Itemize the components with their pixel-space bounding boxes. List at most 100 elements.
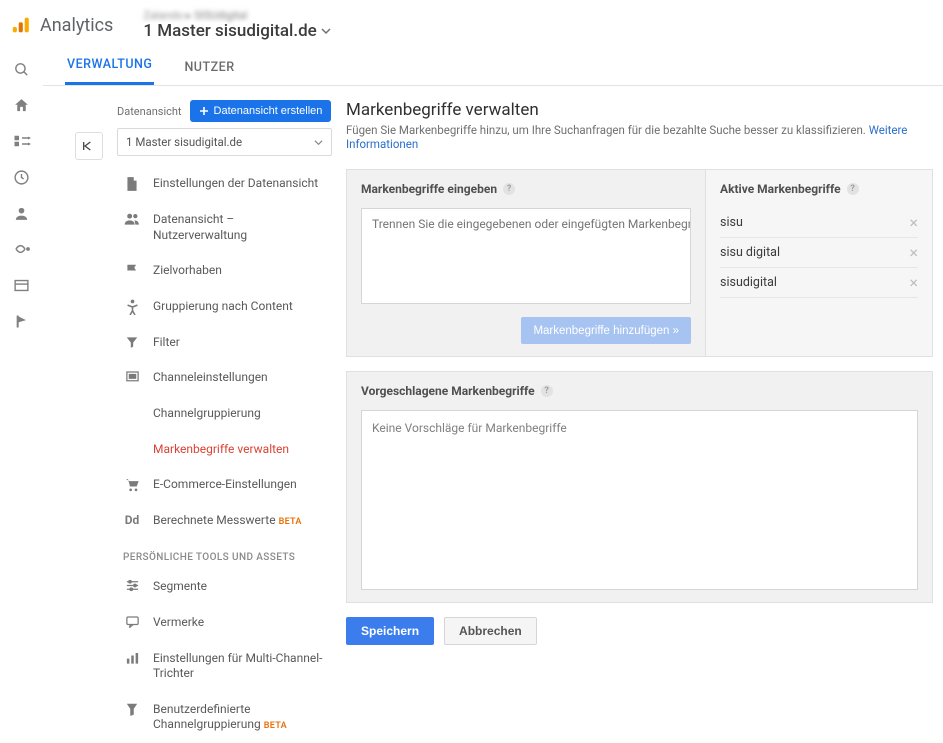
submenu-brand-terms[interactable]: Markenbegriffe verwalten (117, 432, 332, 468)
suggestions-box: Keine Vorschläge für Markenbegriffe (361, 410, 918, 590)
menu-label: Channeleinstellungen (153, 370, 268, 386)
input-panel: Markenbegriffe eingeben ? Markenbegriffe… (347, 170, 706, 356)
view-column-label: Datenansicht (117, 105, 182, 118)
menu-section-header: PERSÖNLICHE TOOLS UND ASSETS (117, 538, 332, 569)
term-row: sisu × (720, 208, 918, 238)
menu-user-management[interactable]: Datenansicht – Nutzerverwaltung (117, 202, 332, 253)
term-text: sisudigital (720, 275, 777, 290)
cancel-button[interactable]: Abbrechen (444, 617, 537, 645)
menu-label: Markenbegriffe verwalten (153, 442, 289, 458)
add-terms-button[interactable]: Markenbegriffe hinzufügen » (521, 317, 691, 344)
remove-term-icon[interactable]: × (909, 243, 918, 262)
term-row: sisudigital × (720, 268, 918, 298)
bars-icon (123, 651, 141, 665)
menu-label: Segmente (153, 579, 207, 595)
view-selector[interactable]: 1 Master sisudigital.de (117, 128, 332, 156)
active-terms-list: sisu × sisu digital × sisudigital × (720, 208, 918, 298)
breadcrumb-property: SISUdigital (194, 9, 247, 22)
menu-label: Einstellungen der Datenansicht (153, 176, 318, 192)
create-view-button[interactable]: Datenansicht erstellen (190, 100, 332, 122)
page-description: Fügen Sie Markenbegriffe hinzu, um Ihre … (346, 123, 866, 137)
app-header: Analytics Zalando ▸ SISUdigital 1 Master… (0, 0, 943, 48)
menu-ecommerce[interactable]: E-Commerce-Einstellungen (117, 467, 332, 503)
menu-label: Channelgruppierung (153, 406, 261, 422)
speech-icon (123, 615, 141, 629)
menu-label: Zielvorhaben (153, 263, 222, 279)
remove-term-icon[interactable]: × (909, 213, 918, 232)
view-name: 1 Master sisudigital.de (143, 22, 316, 41)
help-icon[interactable]: ? (503, 183, 515, 195)
caret-down-icon (321, 26, 331, 36)
active-terms-title: Aktive Markenbegriffe (720, 182, 841, 196)
search-icon[interactable] (13, 60, 31, 78)
menu-label: Filter (153, 335, 180, 351)
input-panel-title: Markenbegriffe eingeben (361, 182, 497, 196)
view-selector-value: 1 Master sisudigital.de (126, 135, 242, 149)
people-icon (123, 212, 141, 226)
submenu-channel-grouping[interactable]: Channelgruppierung (117, 396, 332, 432)
menu-calculated-metrics[interactable]: Dd Berechnete MesswerteBETA (117, 503, 332, 539)
funnel2-icon (123, 702, 141, 717)
active-terms-panel: Aktive Markenbegriffe ? sisu × sisu digi… (706, 170, 932, 356)
home-icon[interactable] (13, 96, 31, 114)
plus-icon (199, 106, 209, 116)
behavior-icon[interactable] (13, 276, 31, 294)
channel-icon (123, 370, 141, 384)
acquisition-icon[interactable] (13, 240, 31, 258)
term-row: sisu digital × (720, 238, 918, 268)
menu-label: Benutzerdefinierte Channelgruppierung (153, 702, 261, 732)
save-button[interactable]: Speichern (346, 617, 434, 645)
tab-admin[interactable]: VERWALTUNG (65, 57, 154, 85)
menu-mcf-settings[interactable]: Einstellungen für Multi-Channel-Trichter (117, 641, 332, 692)
suggestions-empty-text: Keine Vorschläge für Markenbegriffe (372, 421, 567, 435)
menu-content-grouping[interactable]: Gruppierung nach Content (117, 289, 332, 325)
menu-filter[interactable]: Filter (117, 325, 332, 361)
cart-icon (123, 477, 141, 492)
menu-label: E-Commerce-Einstellungen (153, 477, 297, 493)
menu-view-settings[interactable]: Einstellungen der Datenansicht (117, 166, 332, 202)
flag-icon (123, 263, 141, 278)
term-text: sisu digital (720, 245, 780, 260)
document-icon (123, 176, 141, 192)
analytics-logo: Analytics (10, 14, 113, 36)
collapse-column-button[interactable] (75, 132, 103, 160)
menu-label: Gruppierung nach Content (153, 299, 293, 315)
analytics-logo-icon (10, 14, 32, 36)
brand-terms-input[interactable] (361, 208, 691, 304)
menu-label: Einstellungen für Multi-Channel-Trichter (153, 651, 328, 682)
caret-down-icon (314, 138, 323, 147)
menu-custom-channel-grouping[interactable]: Benutzerdefinierte ChannelgruppierungBET… (117, 692, 332, 743)
remove-term-icon[interactable]: × (909, 273, 918, 292)
breadcrumb[interactable]: Zalando ▸ SISUdigital 1 Master sisudigit… (143, 10, 330, 41)
help-icon[interactable]: ? (541, 385, 553, 397)
create-view-label: Datenansicht erstellen (214, 105, 323, 117)
menu-annotations[interactable]: Vermerke (117, 605, 332, 641)
conversions-icon[interactable] (13, 312, 31, 330)
tab-users[interactable]: NUTZER (182, 60, 236, 85)
customization-icon[interactable] (13, 132, 31, 150)
help-icon[interactable]: ? (847, 183, 859, 195)
menu-label: Datenansicht – Nutzerverwaltung (153, 212, 328, 243)
product-name: Analytics (40, 15, 113, 36)
sliders-icon (123, 579, 141, 592)
funnel-icon (123, 335, 141, 349)
realtime-icon[interactable] (13, 168, 31, 186)
beta-badge: BETA (264, 721, 287, 731)
view-column: Datenansicht Datenansicht erstellen 1 Ma… (117, 100, 332, 743)
beta-badge: BETA (279, 517, 302, 527)
left-rail (0, 48, 43, 743)
menu-goals[interactable]: Zielvorhaben (117, 253, 332, 289)
menu-label: Berechnete Messwerte (153, 513, 276, 527)
page-title: Markenbegriffe verwalten (346, 100, 933, 120)
suggestions-title: Vorgeschlagene Markenbegriffe (361, 384, 535, 398)
suggestions-panel: Vorgeschlagene Markenbegriffe ? Keine Vo… (347, 372, 932, 602)
content-area: Markenbegriffe verwalten Fügen Sie Marke… (332, 100, 943, 743)
view-menu: Einstellungen der Datenansicht Datenansi… (117, 166, 332, 743)
dd-icon: Dd (123, 513, 141, 527)
menu-segments[interactable]: Segmente (117, 569, 332, 605)
menu-label: Vermerke (153, 615, 204, 631)
person-arms-icon (123, 299, 141, 315)
admin-tabs: VERWALTUNG NUTZER (43, 48, 943, 86)
audience-icon[interactable] (13, 204, 31, 222)
menu-channel-settings[interactable]: Channeleinstellungen (117, 360, 332, 396)
